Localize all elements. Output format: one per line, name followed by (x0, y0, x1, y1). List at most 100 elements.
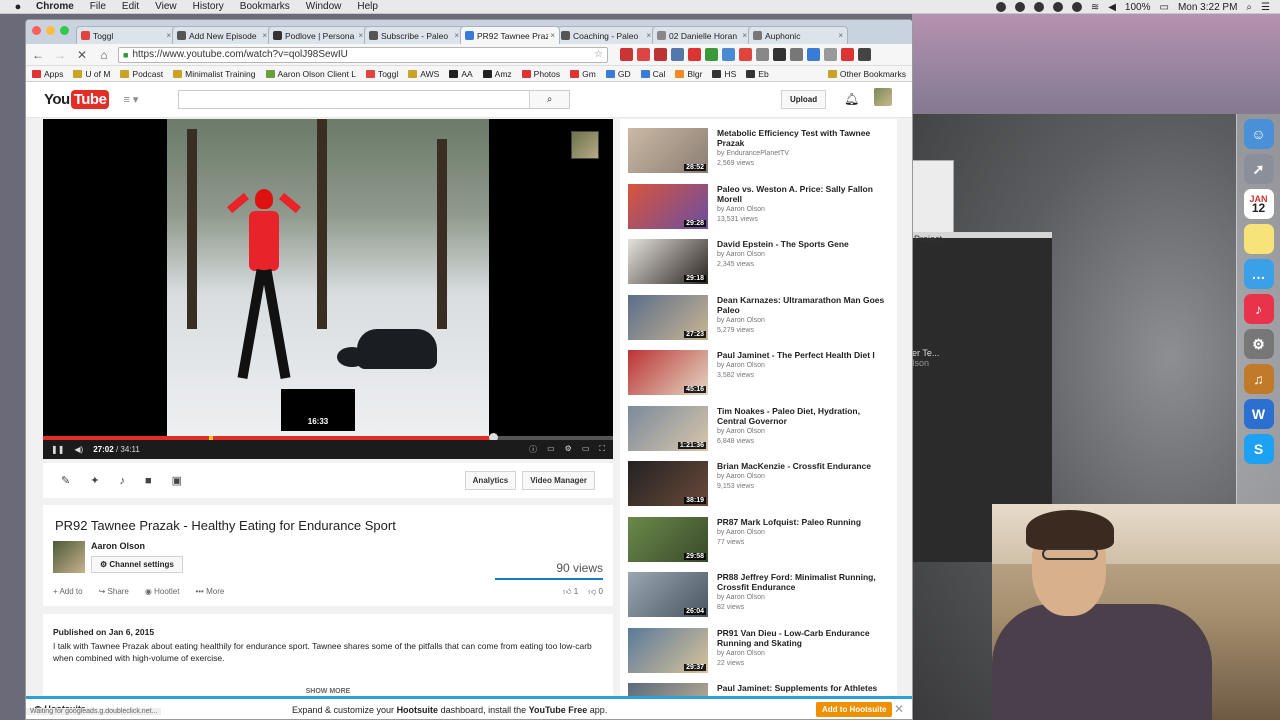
menu-view[interactable]: View (155, 1, 177, 12)
related-video[interactable]: 1:21:36 Tim Noakes - Paleo Diet, Hydratio… (628, 405, 893, 454)
dislike-button[interactable]: 👎︎ 0 (588, 587, 603, 597)
close-tab-icon[interactable]: × (838, 31, 843, 40)
video-thumbnail[interactable]: 38:19 (628, 461, 708, 506)
analytics-button[interactable]: Analytics (464, 471, 517, 490)
search-button[interactable]: ⌕ (529, 91, 569, 108)
upload-button[interactable]: Upload (781, 90, 827, 109)
pause-icon[interactable]: ❚❚ (51, 445, 64, 454)
bookmark-item[interactable]: Blgr (675, 69, 702, 79)
related-video[interactable]: 29:28 Paleo vs. Weston A. Price: Sally Fa… (628, 183, 893, 232)
video-thumbnail[interactable]: 28:52 (628, 128, 708, 173)
add-to-hootsuite-button[interactable]: Add to Hootsuite (816, 702, 893, 717)
account-avatar[interactable] (874, 88, 892, 106)
status-icon[interactable] (1071, 2, 1082, 12)
apple-icon[interactable]: ● (0, 1, 36, 13)
video-player[interactable]: 16:33 ❚❚ ◀) 27:02 / 34:11 ⓘ ▭ ⚙ ▭ ⛶ (43, 119, 613, 459)
extension-icon[interactable] (637, 48, 650, 61)
like-button[interactable]: 👍︎ 1 (563, 587, 578, 597)
home-icon[interactable]: ⌂ (96, 48, 112, 62)
info-icon[interactable]: ⓘ (529, 444, 537, 455)
related-video[interactable]: 29:58 PR87 Mark Lofquist: Paleo Running by… (628, 516, 893, 565)
browser-tab[interactable]: Add New Episode × (172, 26, 272, 44)
owner-avatar[interactable] (53, 541, 85, 573)
status-icon[interactable] (1033, 2, 1044, 12)
video-thumbnail[interactable]: 26:04 (628, 572, 708, 617)
extension-icon[interactable] (705, 48, 718, 61)
extension-icon[interactable] (739, 48, 752, 61)
skype-icon[interactable]: S (1243, 434, 1274, 464)
related-title[interactable]: Paul Jaminet: Supplements for Athletes (717, 683, 887, 693)
notifications-bell-icon[interactable]: 🔔︎ (844, 92, 859, 106)
video-thumbnail[interactable]: 45:16 (628, 350, 708, 395)
related-video[interactable]: 28:52 Metabolic Efficiency Test with Tawn… (628, 128, 893, 176)
forward-icon[interactable]: → (52, 48, 68, 62)
owner-name[interactable]: Aaron Olson (91, 541, 145, 551)
zoom-window-icon[interactable] (60, 26, 69, 35)
related-title[interactable]: PR88 Jeffrey Ford: Minimalist Running, C… (717, 572, 887, 592)
notes-icon[interactable] (1243, 224, 1274, 254)
related-title[interactable]: Brian MacKenzie - Crossfit Endurance (717, 461, 887, 471)
related-video[interactable]: 29:18 David Epstein - The Sports Gene by A… (628, 239, 893, 287)
related-title[interactable]: Paul Jaminet - The Perfect Health Diet I (717, 350, 887, 360)
close-tab-icon[interactable]: × (166, 31, 171, 40)
close-tab-icon[interactable]: × (358, 31, 363, 40)
related-video[interactable]: 38:19 Brian MacKenzie - Crossfit Enduranc… (628, 461, 893, 509)
close-window-icon[interactable] (32, 26, 41, 35)
related-title[interactable]: Dean Karnazes: Ultramarathon Man Goes Pa… (717, 295, 887, 315)
volume-icon[interactable]: ◀ (1108, 2, 1116, 13)
menu-window[interactable]: Window (306, 1, 342, 12)
more-button[interactable]: ••• More (195, 587, 224, 596)
close-icon[interactable]: ✕ (894, 702, 904, 716)
bookmark-star-icon[interactable]: ☆ (594, 49, 603, 60)
browser-tab[interactable]: PR92 Tawnee Praz × (460, 26, 560, 44)
channel-watermark[interactable] (571, 131, 599, 159)
bookmark-item[interactable]: Eb (746, 69, 769, 79)
annotations-icon[interactable]: ■ (145, 475, 152, 487)
close-tab-icon[interactable]: × (550, 31, 555, 40)
bookmark-item[interactable]: HS (712, 69, 736, 79)
share-button[interactable]: ↪ Share (99, 587, 129, 596)
browser-tab[interactable]: Toggl × (76, 26, 176, 44)
guide-menu-icon[interactable]: ≡ ▾ (123, 93, 138, 106)
bookmark-item[interactable]: GD (605, 69, 631, 79)
extension-icon[interactable] (824, 48, 837, 61)
menu-app[interactable]: Chrome (36, 1, 74, 12)
extension-icon[interactable] (790, 48, 803, 61)
related-title[interactable]: PR87 Mark Lofquist: Paleo Running (717, 517, 887, 527)
video-manager-button[interactable]: Video Manager (522, 471, 595, 490)
captions-icon[interactable]: ▭ (547, 444, 555, 455)
video-thumbnail[interactable]: 29:18 (628, 239, 708, 284)
clock[interactable]: Mon 3:22 PM (1178, 2, 1237, 13)
menu-edit[interactable]: Edit (122, 1, 139, 12)
close-tab-icon[interactable]: × (454, 31, 459, 40)
drive-extension-icon[interactable] (722, 48, 735, 61)
extension-icon[interactable] (620, 48, 633, 61)
bookmark-item[interactable]: Amz (482, 69, 512, 79)
extension-icon[interactable] (671, 48, 684, 61)
edit-pencil-icon[interactable]: ✎ (61, 474, 70, 487)
video-thumbnail[interactable]: 1:21:36 (628, 405, 708, 451)
add-to-button[interactable]: + Add to (53, 587, 83, 596)
video-thumbnail[interactable]: 27:23 (628, 294, 708, 340)
subtitles-icon[interactable]: ▣ (172, 474, 182, 487)
video-thumbnail[interactable]: 29:28 (628, 183, 708, 229)
bookmark-item[interactable]: Other Bookmarks (827, 69, 906, 79)
related-video[interactable]: 27:23 Dean Karnazes: Ultramarathon Man Go… (628, 294, 893, 343)
bookmark-item[interactable]: AA (449, 69, 473, 79)
close-tab-icon[interactable]: × (262, 31, 267, 40)
channel-settings-button[interactable]: ⚙ Channel settings (91, 556, 183, 573)
related-video[interactable]: 26:04 PR88 Jeffrey Ford: Minimalist Runni… (628, 572, 893, 620)
theater-mode-icon[interactable]: ▭ (582, 444, 590, 455)
hootlet-button[interactable]: ◉ Hootlet (145, 587, 180, 596)
status-icon[interactable] (995, 2, 1006, 12)
bookmark-item[interactable]: AWS (408, 69, 439, 79)
finder-icon[interactable]: ☺ (1243, 119, 1274, 149)
bookmark-item[interactable]: Photos (521, 69, 560, 79)
battery-icon[interactable]: ▭ (1159, 2, 1168, 13)
video-thumbnail[interactable]: 29:58 (628, 516, 708, 562)
volume-icon[interactable]: ◀) (74, 445, 83, 454)
menu-help[interactable]: Help (357, 1, 378, 12)
bookmark-item[interactable]: Toggl (365, 69, 398, 79)
spotlight-icon[interactable]: ⌕ (1246, 2, 1252, 13)
minimize-window-icon[interactable] (46, 26, 55, 35)
